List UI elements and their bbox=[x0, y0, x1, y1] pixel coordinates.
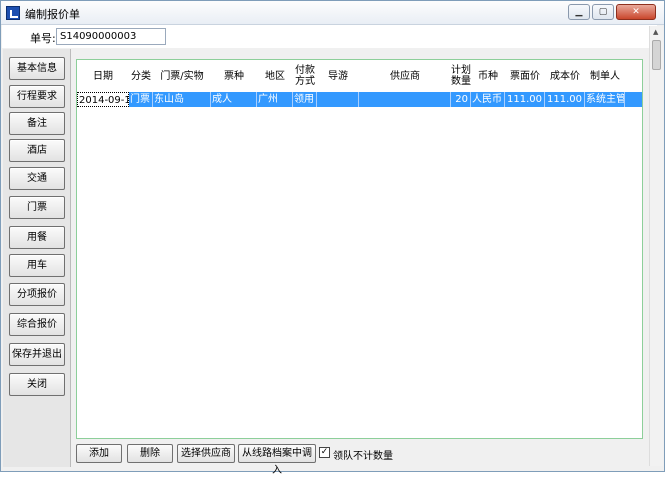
sidebar: 基本信息 行程要求 备注 酒店 交通 门票 用餐 用车 分项报价 综合报价 保存… bbox=[3, 49, 71, 467]
delete-button[interactable]: 删除 bbox=[127, 444, 173, 463]
sidebar-item-itemized-quote[interactable]: 分项报价 bbox=[9, 283, 65, 306]
cell-region[interactable]: 广州 bbox=[257, 92, 293, 107]
sidebar-item-notes[interactable]: 备注 bbox=[9, 112, 65, 135]
cell-date[interactable]: 2014-09-13 bbox=[77, 92, 129, 107]
bottom-toolbar: 添加 删除 选择供应商 从线路档案中调入 ✓ 领队不计数量 bbox=[76, 444, 646, 476]
maximize-button[interactable]: ▢ bbox=[592, 4, 614, 20]
column-header-face-price[interactable]: 票面价 bbox=[505, 60, 545, 92]
grid-header: 日期 分类 门票/实物 票种 地区 付款 方式 导游 供应商 计划 数量 币种 … bbox=[77, 60, 642, 92]
cell-payment[interactable]: 领用 bbox=[293, 92, 317, 107]
cell-supplier[interactable] bbox=[359, 92, 451, 107]
header-bar: 单号: S14090000003 bbox=[2, 25, 657, 48]
add-button[interactable]: 添加 bbox=[76, 444, 122, 463]
column-header-payment[interactable]: 付款 方式 bbox=[293, 60, 317, 92]
sidebar-item-save-exit[interactable]: 保存并退出 bbox=[9, 343, 65, 366]
cell-category[interactable]: 门票 bbox=[129, 92, 153, 107]
column-header-supplier[interactable]: 供应商 bbox=[359, 60, 451, 92]
title-bar: 编制报价单 ▁ ▢ ✕ bbox=[1, 1, 664, 25]
column-header-guide[interactable]: 导游 bbox=[317, 60, 359, 92]
vertical-scrollbar[interactable]: ▲ bbox=[649, 26, 663, 466]
scroll-thumb[interactable] bbox=[652, 40, 661, 70]
column-header-cost-price[interactable]: 成本价 bbox=[545, 60, 585, 92]
column-header-creator[interactable]: 制单人 bbox=[585, 60, 625, 92]
window-title: 编制报价单 bbox=[25, 8, 80, 21]
sidebar-item-basic-info[interactable]: 基本信息 bbox=[9, 57, 65, 80]
column-header-ticket-type[interactable]: 票种 bbox=[211, 60, 257, 92]
cell-currency[interactable]: 人民币 bbox=[471, 92, 505, 107]
order-number-label: 单号: bbox=[30, 32, 56, 45]
main-window: 编制报价单 ▁ ▢ ✕ 单号: S14090000003 ▲ 基本信息 行程要求… bbox=[0, 0, 665, 476]
cell-guide[interactable] bbox=[317, 92, 359, 107]
sidebar-item-itinerary[interactable]: 行程要求 bbox=[9, 85, 65, 108]
cell-face-price[interactable]: 111.00 bbox=[505, 92, 545, 107]
cell-creator[interactable]: 系统主管 bbox=[585, 92, 625, 107]
order-number-input[interactable]: S14090000003 bbox=[56, 28, 166, 45]
sidebar-item-close[interactable]: 关闭 bbox=[9, 373, 65, 396]
leader-not-counted-checkbox[interactable]: ✓ bbox=[319, 447, 330, 458]
sidebar-item-overall-quote[interactable]: 综合报价 bbox=[9, 313, 65, 336]
sidebar-item-meals[interactable]: 用餐 bbox=[9, 226, 65, 249]
main-panel: 日期 分类 门票/实物 票种 地区 付款 方式 导游 供应商 计划 数量 币种 … bbox=[72, 49, 649, 476]
app-icon bbox=[6, 6, 20, 20]
column-header-currency[interactable]: 币种 bbox=[471, 60, 505, 92]
cell-ticket-item[interactable]: 东山岛 bbox=[153, 92, 211, 107]
sidebar-item-hotel[interactable]: 酒店 bbox=[9, 139, 65, 162]
import-route-button[interactable]: 从线路档案中调入 bbox=[238, 444, 316, 476]
cell-planned-qty[interactable]: 20 bbox=[451, 92, 471, 107]
close-window-button[interactable]: ✕ bbox=[616, 4, 656, 20]
scroll-up-icon[interactable]: ▲ bbox=[653, 28, 658, 36]
tickets-grid: 日期 分类 门票/实物 票种 地区 付款 方式 导游 供应商 计划 数量 币种 … bbox=[76, 59, 643, 439]
sidebar-item-vehicles[interactable]: 用车 bbox=[9, 254, 65, 277]
cell-ticket-type[interactable]: 成人 bbox=[211, 92, 257, 107]
cell-cost-price[interactable]: 111.00 bbox=[545, 92, 585, 107]
sidebar-item-tickets[interactable]: 门票 bbox=[9, 196, 65, 219]
column-header-date[interactable]: 日期 bbox=[77, 60, 129, 92]
column-header-region[interactable]: 地区 bbox=[257, 60, 293, 92]
table-row[interactable]: 2014-09-13 门票 东山岛 成人 广州 领用 20 人民币 111.00… bbox=[77, 92, 642, 107]
column-header-planned-qty[interactable]: 计划 数量 bbox=[451, 60, 471, 92]
minimize-button[interactable]: ▁ bbox=[568, 4, 590, 20]
window-controls: ▁ ▢ ✕ bbox=[568, 4, 656, 20]
choose-supplier-button[interactable]: 选择供应商 bbox=[177, 444, 235, 463]
column-header-category[interactable]: 分类 bbox=[129, 60, 153, 92]
column-header-ticket-item[interactable]: 门票/实物 bbox=[153, 60, 211, 92]
sidebar-item-transport[interactable]: 交通 bbox=[9, 167, 65, 190]
leader-not-counted-label: 领队不计数量 bbox=[333, 451, 393, 462]
